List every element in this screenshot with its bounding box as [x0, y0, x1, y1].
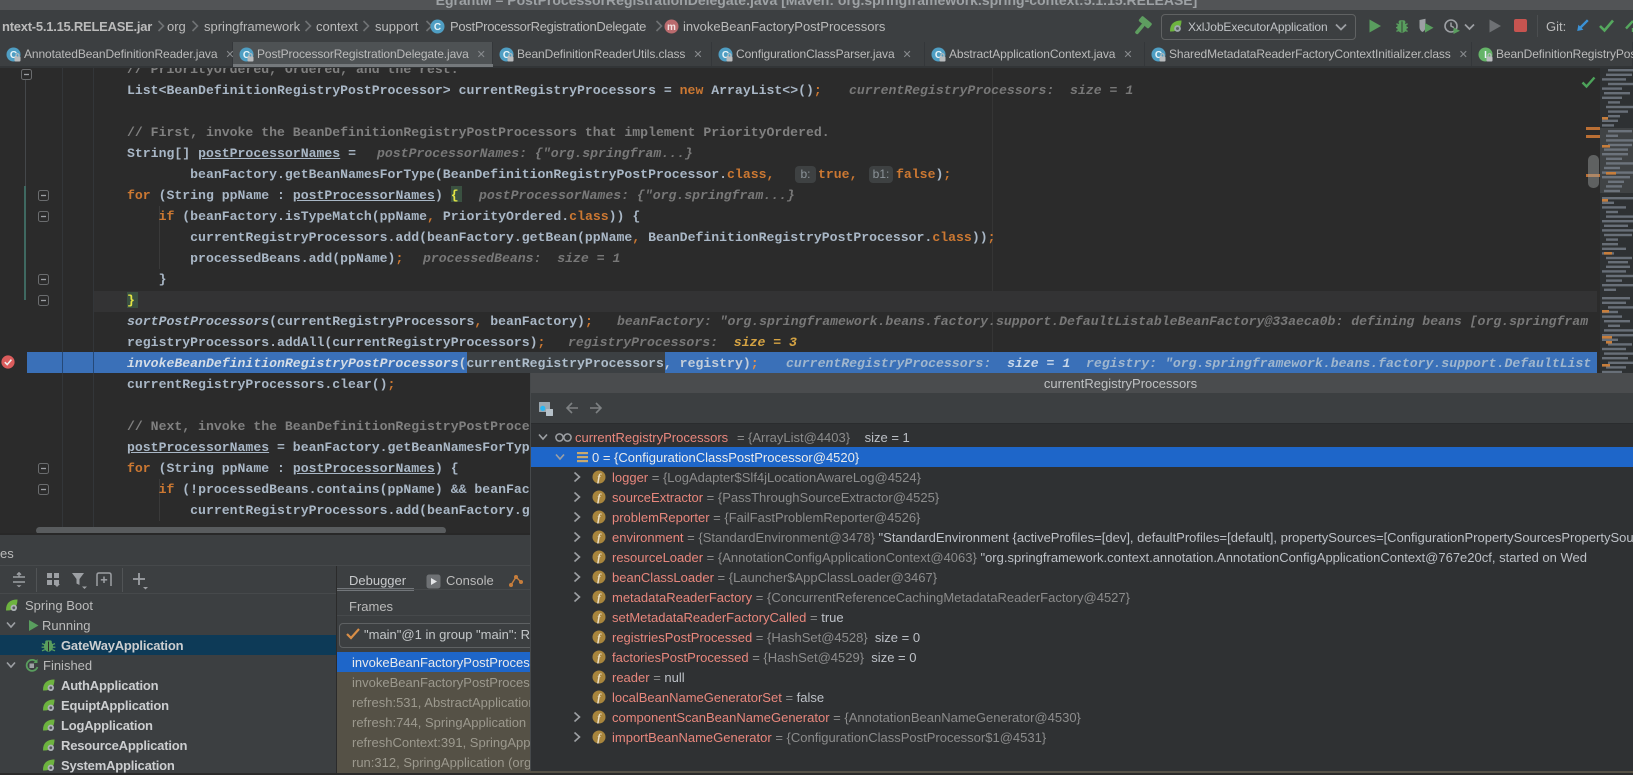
- svg-text:C: C: [434, 22, 441, 33]
- svg-text:m: m: [667, 22, 676, 33]
